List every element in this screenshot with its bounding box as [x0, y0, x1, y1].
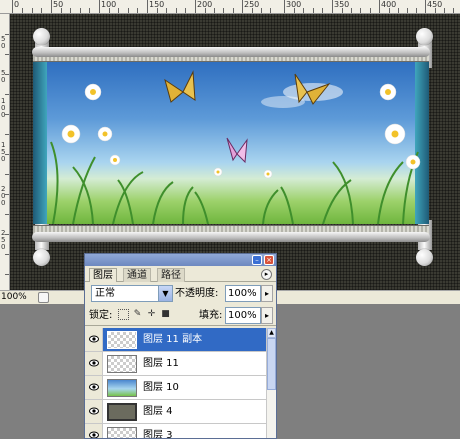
layer-row[interactable]: 图层 4 — [85, 400, 266, 424]
layers-panel: – × 图层 通道 路径 ▸ 正常 ▼ 不透明度: 100% ▸ 锁定: ✎ ✛… — [84, 253, 277, 439]
lock-icon[interactable]: ■ — [160, 309, 171, 320]
ruler-label: 0 — [1, 243, 6, 251]
layer-thumbnail — [107, 355, 137, 373]
ruler-label: 0 — [1, 76, 6, 84]
minimize-icon[interactable]: – — [252, 255, 262, 265]
layer-thumbnail — [107, 427, 137, 438]
tab-paths[interactable]: 路径 — [157, 268, 185, 282]
layer-row[interactable]: 图层 10 — [85, 376, 266, 400]
meadow-illustration — [50, 70, 421, 224]
horizontal-scrollbar[interactable] — [275, 290, 460, 304]
visibility-toggle[interactable] — [85, 352, 103, 375]
layer-name: 图层 4 — [143, 406, 173, 417]
visibility-toggle[interactable] — [85, 400, 103, 423]
zoom-level[interactable]: 100% — [1, 292, 27, 302]
top-ruler: 0 50 100 150 200 250 300 350 400 450 — [0, 0, 460, 14]
scroll-up-icon[interactable]: ▲ — [267, 328, 276, 338]
visibility-toggle[interactable] — [85, 376, 103, 399]
photoshop-workspace: 0 50 100 150 200 250 300 350 400 450 5 0… — [0, 0, 460, 439]
status-bar: 100% — [0, 290, 85, 304]
fill-label: 填充: — [199, 310, 223, 321]
navigator-icon[interactable] — [38, 292, 49, 303]
opacity-input[interactable]: 100% — [225, 285, 261, 302]
eye-icon — [89, 359, 99, 367]
layer-name: 图层 11 — [143, 358, 179, 369]
layer-row[interactable]: 图层 11 副本 — [85, 328, 266, 352]
ruler-label: 0 — [1, 199, 6, 207]
chevron-down-icon[interactable]: ▼ — [158, 286, 172, 301]
layer-name: 图层 3 — [143, 430, 173, 438]
panel-menu-icon[interactable]: ▸ — [261, 269, 272, 280]
layer-row[interactable]: 图层 3 — [85, 424, 266, 438]
eye-icon — [89, 335, 99, 343]
blend-mode-select[interactable]: 正常 ▼ — [91, 285, 173, 302]
tab-layers[interactable]: 图层 — [89, 268, 117, 282]
ruler-label: 0 — [14, 0, 20, 9]
eye-icon — [89, 407, 99, 415]
lock-label: 锁定: — [89, 310, 113, 321]
layer-name: 图层 10 — [143, 382, 179, 393]
eye-icon — [89, 431, 99, 438]
fill-slider-button[interactable]: ▸ — [261, 307, 273, 324]
left-ruler: 5 0 5 0 1 0 0 1 5 0 2 0 0 2 5 0 — [0, 14, 10, 290]
layer-name: 图层 11 副本 — [143, 334, 203, 345]
opacity-slider-button[interactable]: ▸ — [261, 285, 273, 302]
move-icon[interactable]: ✛ — [146, 309, 157, 320]
rod-knob — [33, 28, 50, 45]
rod-knob — [33, 249, 50, 266]
close-icon[interactable]: × — [264, 255, 274, 265]
opacity-label: 不透明度: — [175, 288, 219, 299]
ruler-label: 0 — [1, 155, 6, 163]
eye-icon — [89, 383, 99, 391]
layer-list: 图层 11 副本 图层 11 图层 10 图层 4 图层 3 — [85, 328, 266, 438]
fill-input[interactable]: 100% — [225, 307, 261, 324]
panel-tabs: 图层 通道 路径 — [85, 266, 276, 282]
panel-titlebar[interactable]: – × — [85, 254, 276, 266]
meadow-picture — [33, 62, 429, 224]
scroll-top-rod — [32, 47, 430, 57]
blend-opacity-row: 正常 ▼ 不透明度: 100% ▸ — [85, 284, 276, 304]
tab-channels[interactable]: 通道 — [123, 268, 151, 282]
lock-fill-row: 锁定: ✎ ✛ ■ 填充: 100% ▸ — [85, 306, 276, 326]
rod-knob — [416, 249, 433, 266]
ruler-label: 0 — [1, 42, 6, 50]
brush-icon[interactable]: ✎ — [132, 309, 143, 320]
rod-knob — [416, 28, 433, 45]
visibility-toggle[interactable] — [85, 424, 103, 438]
blend-mode-value: 正常 — [95, 288, 115, 299]
layer-thumbnail — [107, 379, 137, 397]
layer-thumbnail — [107, 331, 137, 349]
scroll-thumb[interactable] — [267, 338, 276, 390]
visibility-toggle[interactable] — [85, 328, 103, 351]
lock-transparency-icon[interactable] — [118, 309, 129, 320]
layer-row[interactable]: 图层 11 — [85, 352, 266, 376]
layer-thumbnail — [107, 403, 137, 421]
scroll-bottom-rod — [32, 232, 430, 242]
layer-list-scrollbar[interactable]: ▲ — [266, 328, 276, 438]
